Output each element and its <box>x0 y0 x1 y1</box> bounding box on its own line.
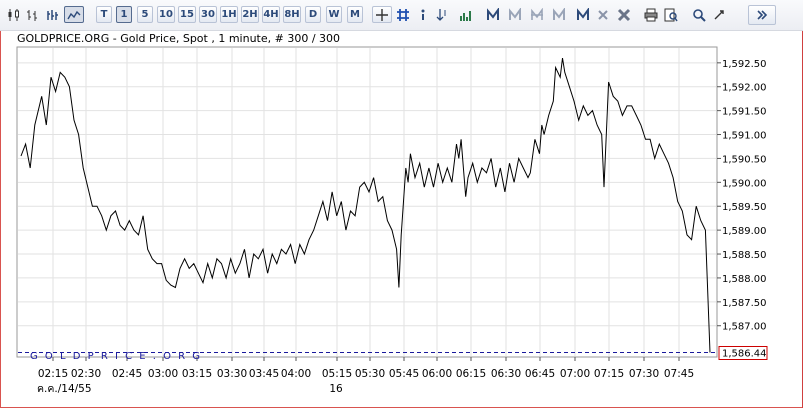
y-tick-label: 1,591.50 <box>722 107 767 118</box>
x-tick-label: 02:45 <box>112 368 142 380</box>
current-price-label: 1,586.44 <box>722 349 767 360</box>
x-tick-label: 06:00 <box>422 368 452 380</box>
y-tick-label: 1,589.50 <box>722 202 767 213</box>
x-tick-label: 03:15 <box>182 368 212 380</box>
y-tick-label: 1,587.00 <box>722 322 767 333</box>
y-tick-label: 1,591.00 <box>722 131 767 142</box>
x-tick-label: 03:00 <box>148 368 178 380</box>
x-tick-label: 07:30 <box>629 368 659 380</box>
x-tick-label: 06:15 <box>456 368 486 380</box>
y-tick-label: 1,587.50 <box>722 298 767 309</box>
y-tick-label: 1,592.00 <box>722 83 767 94</box>
x-tick-label: 04:00 <box>281 368 311 380</box>
x-tick-label: 07:15 <box>594 368 624 380</box>
x-date-label: ค.ค./14/55 <box>37 383 92 395</box>
x-tick-label: 05:45 <box>389 368 419 380</box>
y-tick-label: 1,592.50 <box>722 59 767 70</box>
y-tick-label: 1,589.00 <box>722 226 767 237</box>
x-tick-label: 03:45 <box>249 368 279 380</box>
x-tick-label: 05:15 <box>322 368 352 380</box>
y-tick-label: 1,590.50 <box>722 154 767 165</box>
x-tick-label: 07:00 <box>560 368 590 380</box>
y-tick-label: 1,590.00 <box>722 178 767 189</box>
x-tick-label: 07:45 <box>664 368 694 380</box>
x-tick-label: 02:15 <box>38 368 68 380</box>
y-tick-label: 1,588.50 <box>722 250 767 261</box>
x-tick-label: 02:30 <box>71 368 101 380</box>
x-tick-label: 06:45 <box>525 368 555 380</box>
y-tick-label: 1,588.00 <box>722 274 767 285</box>
x-tick-label: 03:30 <box>217 368 247 380</box>
price-chart: 1,587.00 1,587.50 1,588.00 1,588.50 1,589.00… <box>16 46 768 395</box>
x-tick-label: 05:30 <box>355 368 385 380</box>
x-day-label: 16 <box>329 383 343 395</box>
x-tick-label: 06:30 <box>491 368 521 380</box>
